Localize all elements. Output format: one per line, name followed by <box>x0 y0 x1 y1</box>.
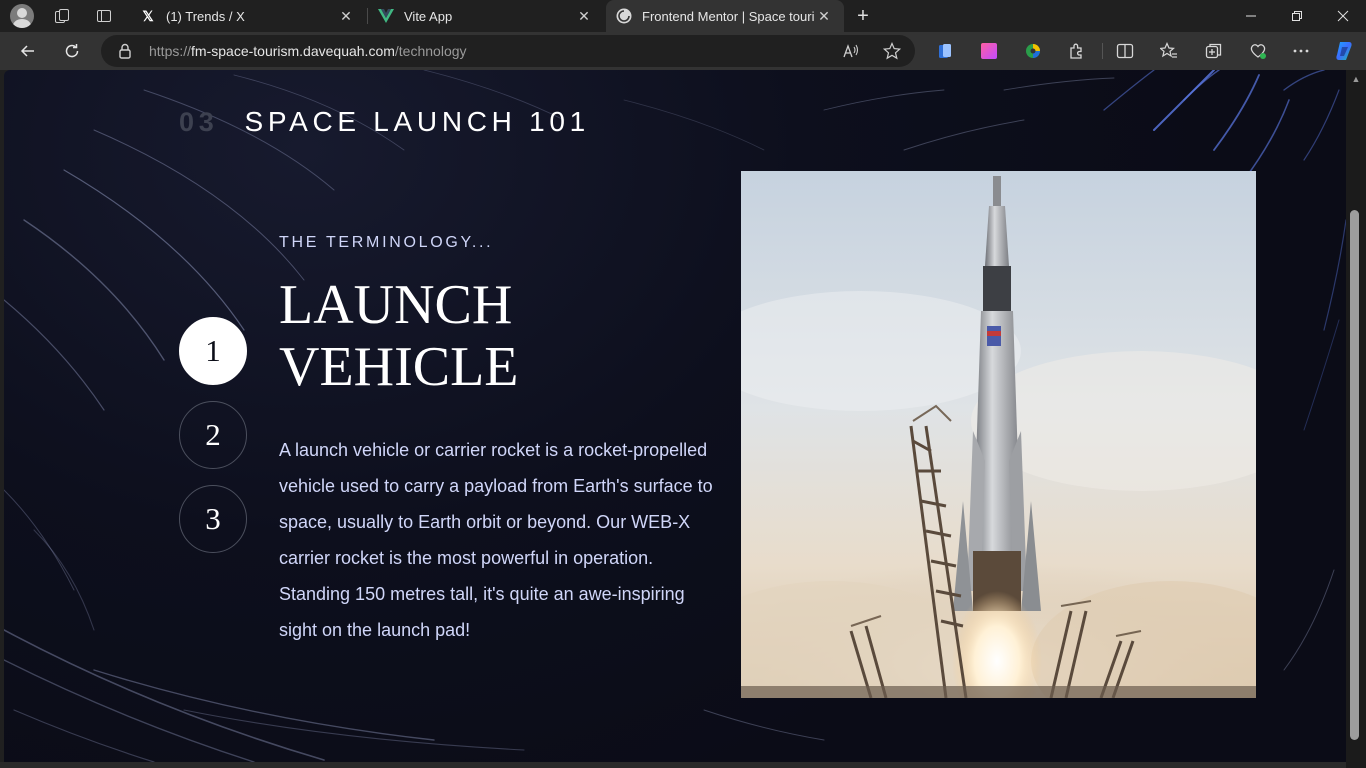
scroll-up-arrow-icon[interactable]: ▲ <box>1350 74 1362 86</box>
url-path: /technology <box>394 43 467 59</box>
extension-gradient-icon[interactable] <box>979 41 999 61</box>
copilot-icon[interactable] <box>1333 39 1357 63</box>
read-aloud-icon[interactable] <box>839 40 863 62</box>
lock-icon[interactable] <box>119 43 131 59</box>
frontend-mentor-icon <box>616 8 632 24</box>
back-icon[interactable] <box>14 39 42 63</box>
page-bottom-edge <box>0 762 1346 768</box>
tab-trends-x[interactable]: 𝕏 (1) Trends / X ✕ <box>130 0 366 32</box>
heading-number: 03 <box>179 107 219 137</box>
url-text[interactable]: https://fm-space-tourism.davequah.com/te… <box>149 43 467 59</box>
new-tab-icon[interactable]: + <box>850 4 876 28</box>
extension-clipboard-icon[interactable] <box>935 41 955 61</box>
split-screen-icon[interactable] <box>1115 41 1135 61</box>
browser-tab-strip: 𝕏 (1) Trends / X ✕ Vite App ✕ Frontend M… <box>0 0 1366 32</box>
heading-text: SPACE LAUNCH 101 <box>244 106 590 137</box>
workspaces-icon[interactable] <box>48 4 76 28</box>
url-host: fm-space-tourism.davequah.com <box>191 43 395 59</box>
tab-space-tourism[interactable]: Frontend Mentor | Space tourism ✕ <box>606 0 844 32</box>
close-tab-icon[interactable]: ✕ <box>814 6 834 26</box>
toolbar-separator <box>1102 43 1103 59</box>
favorite-star-icon[interactable] <box>880 40 904 62</box>
terminology-subtitle: THE TERMINOLOGY... <box>279 234 494 251</box>
title-line-2: VEHICLE <box>279 336 519 398</box>
tab-vite-app[interactable]: Vite App ✕ <box>368 0 604 32</box>
vue-logo-icon <box>378 8 394 24</box>
browser-toolbar: https://fm-space-tourism.davequah.com/te… <box>0 32 1366 70</box>
tab-title: Frontend Mentor | Space tourism <box>642 8 814 24</box>
x-logo-icon: 𝕏 <box>142 7 154 24</box>
step-button-3[interactable]: 3 <box>179 485 247 553</box>
close-tab-icon[interactable]: ✕ <box>336 6 356 26</box>
page-heading: 03 SPACE LAUNCH 101 <box>179 106 590 138</box>
refresh-icon[interactable] <box>58 39 86 63</box>
technology-description: A launch vehicle or carrier rocket is a … <box>279 440 713 640</box>
url-scheme: https:// <box>149 43 192 59</box>
extension-colorwheel-icon[interactable] <box>1023 41 1043 61</box>
technology-step-nav: 1 2 3 <box>179 317 247 569</box>
extensions-puzzle-icon[interactable] <box>1067 41 1087 61</box>
step-button-2[interactable]: 2 <box>179 401 247 469</box>
close-window-icon[interactable] <box>1320 0 1366 32</box>
tab-title: (1) Trends / X <box>166 8 245 24</box>
technology-title: LAUNCH VEHICLE <box>279 274 719 398</box>
restore-icon[interactable] <box>1274 0 1320 32</box>
profile-avatar-icon[interactable] <box>10 4 34 28</box>
address-bar[interactable]: https://fm-space-tourism.davequah.com/te… <box>101 35 915 67</box>
more-options-icon[interactable] <box>1291 41 1311 61</box>
browser-essentials-icon[interactable] <box>1248 41 1268 61</box>
tab-title: Vite App <box>404 8 453 24</box>
technology-content: THE TERMINOLOGY... LAUNCH VEHICLE A laun… <box>279 234 719 648</box>
minimize-icon[interactable] <box>1228 0 1274 32</box>
page-viewport: 03 SPACE LAUNCH 101 1 2 3 THE TERMINOLOG… <box>4 70 1346 762</box>
tab-actions-icon[interactable] <box>90 4 118 28</box>
title-line-1: LAUNCH <box>279 274 513 336</box>
scrollbar-thumb[interactable] <box>1350 210 1359 740</box>
collections-icon[interactable] <box>1204 41 1224 61</box>
favorites-icon[interactable] <box>1159 41 1179 61</box>
close-tab-icon[interactable]: ✕ <box>574 6 594 26</box>
launch-vehicle-image <box>741 171 1256 698</box>
step-button-1[interactable]: 1 <box>179 317 247 385</box>
